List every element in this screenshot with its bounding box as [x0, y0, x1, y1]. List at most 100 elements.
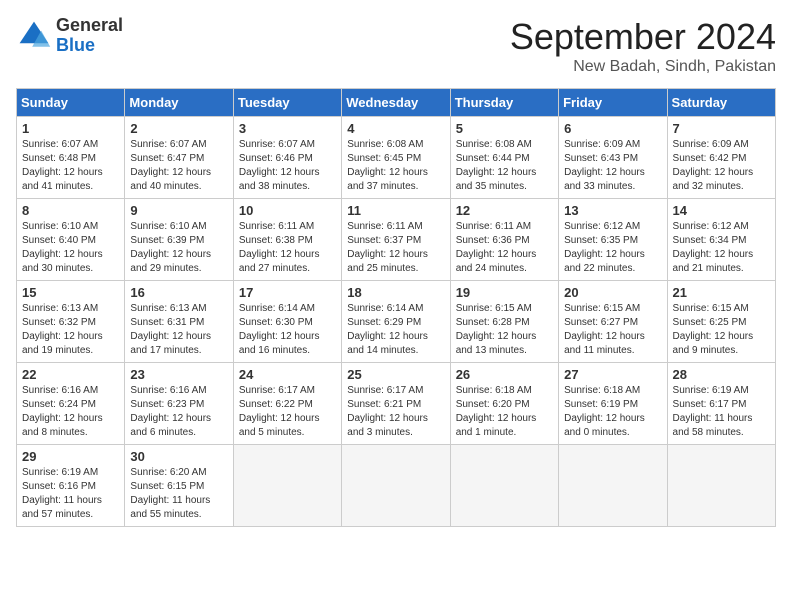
- table-row: 24 Sunrise: 6:17 AM Sunset: 6:22 PM Dayli…: [233, 363, 341, 445]
- table-row: 12 Sunrise: 6:11 AM Sunset: 6:36 PM Dayli…: [450, 199, 558, 281]
- day-info: Sunrise: 6:11 AM Sunset: 6:37 PM Dayligh…: [347, 220, 444, 276]
- day-number: 3: [239, 121, 336, 136]
- location-title: New Badah, Sindh, Pakistan: [510, 58, 776, 76]
- table-row: 14 Sunrise: 6:12 AM Sunset: 6:34 PM Dayli…: [667, 199, 775, 281]
- day-number: 29: [22, 449, 119, 464]
- col-thursday: Thursday: [450, 89, 558, 117]
- day-number: 21: [673, 285, 770, 300]
- table-row: 6 Sunrise: 6:09 AM Sunset: 6:43 PM Daylig…: [559, 117, 667, 199]
- table-row: 29 Sunrise: 6:19 AM Sunset: 6:16 PM Dayli…: [17, 445, 125, 527]
- table-row: [450, 445, 558, 527]
- table-row: 28Sunrise: 6:19 AM Sunset: 6:17 PM Dayli…: [667, 363, 775, 445]
- table-row: 13 Sunrise: 6:12 AM Sunset: 6:35 PM Dayli…: [559, 199, 667, 281]
- day-info: Sunrise: 6:17 AM Sunset: 6:22 PM Dayligh…: [239, 384, 336, 440]
- calendar-row: 1 Sunrise: 6:07 AM Sunset: 6:48 PM Daylig…: [17, 117, 776, 199]
- title-block: September 2024 New Badah, Sindh, Pakista…: [510, 16, 776, 76]
- calendar-table: Sunday Monday Tuesday Wednesday Thursday…: [16, 88, 776, 527]
- day-info: Sunrise: 6:19 AM Sunset: 6:16 PM Dayligh…: [22, 466, 119, 522]
- table-row: 2 Sunrise: 6:07 AM Sunset: 6:47 PM Daylig…: [125, 117, 233, 199]
- day-info: Sunrise: 6:19 AM Sunset: 6:17 PM Dayligh…: [673, 384, 770, 440]
- day-number: 18: [347, 285, 444, 300]
- table-row: [342, 445, 450, 527]
- table-row: 10 Sunrise: 6:11 AM Sunset: 6:38 PM Dayli…: [233, 199, 341, 281]
- table-row: 21 Sunrise: 6:15 AM Sunset: 6:25 PM Dayli…: [667, 281, 775, 363]
- day-info: Sunrise: 6:07 AM Sunset: 6:47 PM Dayligh…: [130, 138, 227, 194]
- table-row: 18 Sunrise: 6:14 AM Sunset: 6:29 PM Dayli…: [342, 281, 450, 363]
- day-number: 9: [130, 203, 227, 218]
- table-row: 17 Sunrise: 6:14 AM Sunset: 6:30 PM Dayli…: [233, 281, 341, 363]
- day-number: 2: [130, 121, 227, 136]
- day-number: 13: [564, 203, 661, 218]
- day-info: Sunrise: 6:08 AM Sunset: 6:45 PM Dayligh…: [347, 138, 444, 194]
- day-info: Sunrise: 6:10 AM Sunset: 6:39 PM Dayligh…: [130, 220, 227, 276]
- col-sunday: Sunday: [17, 89, 125, 117]
- day-number: 22: [22, 367, 119, 382]
- day-info: Sunrise: 6:12 AM Sunset: 6:34 PM Dayligh…: [673, 220, 770, 276]
- day-number: 1: [22, 121, 119, 136]
- day-number: 25: [347, 367, 444, 382]
- day-info: Sunrise: 6:15 AM Sunset: 6:28 PM Dayligh…: [456, 302, 553, 358]
- col-tuesday: Tuesday: [233, 89, 341, 117]
- month-title: September 2024: [510, 16, 776, 58]
- day-number: 10: [239, 203, 336, 218]
- day-info: Sunrise: 6:15 AM Sunset: 6:27 PM Dayligh…: [564, 302, 661, 358]
- calendar-row: 22 Sunrise: 6:16 AM Sunset: 6:24 PM Dayli…: [17, 363, 776, 445]
- table-row: 30Sunrise: 6:20 AM Sunset: 6:15 PM Dayli…: [125, 445, 233, 527]
- day-number: 4: [347, 121, 444, 136]
- table-row: 9 Sunrise: 6:10 AM Sunset: 6:39 PM Daylig…: [125, 199, 233, 281]
- day-info: Sunrise: 6:15 AM Sunset: 6:25 PM Dayligh…: [673, 302, 770, 358]
- calendar-row: 29 Sunrise: 6:19 AM Sunset: 6:16 PM Dayli…: [17, 445, 776, 527]
- day-number: 26: [456, 367, 553, 382]
- day-info: Sunrise: 6:11 AM Sunset: 6:36 PM Dayligh…: [456, 220, 553, 276]
- day-number: 24: [239, 367, 336, 382]
- day-number: 27: [564, 367, 661, 382]
- day-number: 23: [130, 367, 227, 382]
- day-number: 12: [456, 203, 553, 218]
- table-row: 8 Sunrise: 6:10 AM Sunset: 6:40 PM Daylig…: [17, 199, 125, 281]
- table-row: 7 Sunrise: 6:09 AM Sunset: 6:42 PM Daylig…: [667, 117, 775, 199]
- col-wednesday: Wednesday: [342, 89, 450, 117]
- day-number: 6: [564, 121, 661, 136]
- day-info: Sunrise: 6:13 AM Sunset: 6:32 PM Dayligh…: [22, 302, 119, 358]
- table-row: 23 Sunrise: 6:16 AM Sunset: 6:23 PM Dayli…: [125, 363, 233, 445]
- table-row: 20Sunrise: 6:15 AM Sunset: 6:27 PM Dayli…: [559, 281, 667, 363]
- table-row: 25Sunrise: 6:17 AM Sunset: 6:21 PM Dayli…: [342, 363, 450, 445]
- logo-icon: [16, 18, 52, 54]
- day-number: 14: [673, 203, 770, 218]
- day-number: 15: [22, 285, 119, 300]
- table-row: 22 Sunrise: 6:16 AM Sunset: 6:24 PM Dayli…: [17, 363, 125, 445]
- day-info: Sunrise: 6:08 AM Sunset: 6:44 PM Dayligh…: [456, 138, 553, 194]
- day-info: Sunrise: 6:16 AM Sunset: 6:24 PM Dayligh…: [22, 384, 119, 440]
- day-number: 17: [239, 285, 336, 300]
- day-info: Sunrise: 6:18 AM Sunset: 6:19 PM Dayligh…: [564, 384, 661, 440]
- table-row: 16 Sunrise: 6:13 AM Sunset: 6:31 PM Dayli…: [125, 281, 233, 363]
- table-row: 11Sunrise: 6:11 AM Sunset: 6:37 PM Dayli…: [342, 199, 450, 281]
- day-info: Sunrise: 6:12 AM Sunset: 6:35 PM Dayligh…: [564, 220, 661, 276]
- col-monday: Monday: [125, 89, 233, 117]
- day-number: 19: [456, 285, 553, 300]
- day-info: Sunrise: 6:13 AM Sunset: 6:31 PM Dayligh…: [130, 302, 227, 358]
- logo: General Blue: [16, 16, 123, 56]
- day-number: 5: [456, 121, 553, 136]
- table-row: [233, 445, 341, 527]
- day-info: Sunrise: 6:09 AM Sunset: 6:42 PM Dayligh…: [673, 138, 770, 194]
- day-info: Sunrise: 6:10 AM Sunset: 6:40 PM Dayligh…: [22, 220, 119, 276]
- day-number: 8: [22, 203, 119, 218]
- day-info: Sunrise: 6:14 AM Sunset: 6:30 PM Dayligh…: [239, 302, 336, 358]
- table-row: 26Sunrise: 6:18 AM Sunset: 6:20 PM Dayli…: [450, 363, 558, 445]
- logo-text: General Blue: [56, 16, 123, 56]
- day-info: Sunrise: 6:16 AM Sunset: 6:23 PM Dayligh…: [130, 384, 227, 440]
- day-info: Sunrise: 6:07 AM Sunset: 6:46 PM Dayligh…: [239, 138, 336, 194]
- day-info: Sunrise: 6:11 AM Sunset: 6:38 PM Dayligh…: [239, 220, 336, 276]
- day-number: 7: [673, 121, 770, 136]
- day-number: 16: [130, 285, 227, 300]
- table-row: 1 Sunrise: 6:07 AM Sunset: 6:48 PM Daylig…: [17, 117, 125, 199]
- day-info: Sunrise: 6:09 AM Sunset: 6:43 PM Dayligh…: [564, 138, 661, 194]
- table-row: [559, 445, 667, 527]
- table-row: 27 Sunrise: 6:18 AM Sunset: 6:19 PM Dayli…: [559, 363, 667, 445]
- table-row: 5 Sunrise: 6:08 AM Sunset: 6:44 PM Daylig…: [450, 117, 558, 199]
- day-info: Sunrise: 6:07 AM Sunset: 6:48 PM Dayligh…: [22, 138, 119, 194]
- table-row: [667, 445, 775, 527]
- day-info: Sunrise: 6:14 AM Sunset: 6:29 PM Dayligh…: [347, 302, 444, 358]
- table-row: 15 Sunrise: 6:13 AM Sunset: 6:32 PM Dayli…: [17, 281, 125, 363]
